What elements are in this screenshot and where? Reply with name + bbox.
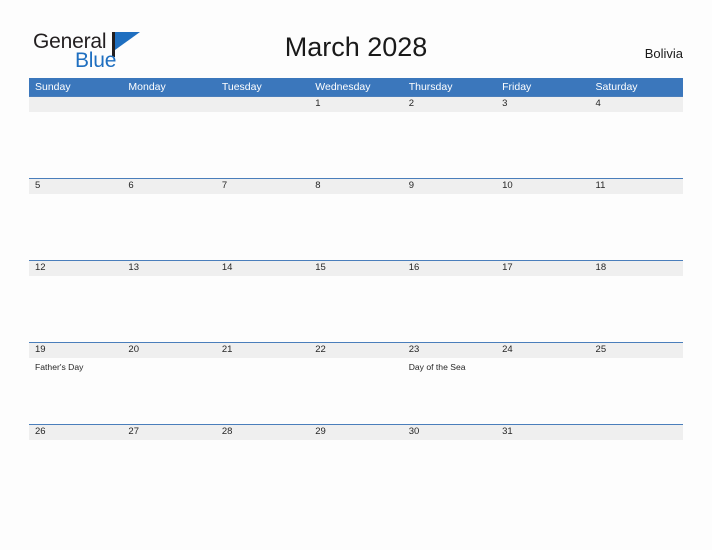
date-number[interactable]: 29 [309, 425, 402, 439]
date-number[interactable]: 25 [590, 343, 683, 357]
day-header-sunday: Sunday [35, 81, 71, 93]
day-cell[interactable] [29, 276, 122, 342]
day-header-saturday: Saturday [595, 81, 638, 93]
week-date-number-row: 5 6 7 8 9 10 11 [29, 178, 683, 194]
day-header-friday: Friday [502, 81, 532, 93]
day-cell[interactable] [590, 440, 683, 506]
day-cell[interactable] [309, 358, 402, 424]
day-cell[interactable] [122, 440, 215, 506]
week-date-number-row: 19 20 21 22 23 24 25 [29, 342, 683, 358]
date-number[interactable]: 27 [122, 425, 215, 439]
date-number[interactable]: 12 [29, 261, 122, 275]
day-cell[interactable] [122, 194, 215, 260]
date-number[interactable]: 18 [590, 261, 683, 275]
calendar-week-row: 5 6 7 8 9 10 11 [29, 178, 683, 260]
calendar-grid: Sunday Monday Tuesday Wednesday Thursday… [29, 78, 683, 506]
calendar-week-row: 19 20 21 22 23 24 25 Father's Day Day of… [29, 342, 683, 424]
week-event-row [29, 112, 683, 178]
day-cell[interactable] [403, 276, 496, 342]
date-number[interactable]: 28 [216, 425, 309, 439]
day-header-monday: Monday [128, 81, 166, 93]
day-cell[interactable] [403, 440, 496, 506]
date-number[interactable]: 31 [496, 425, 589, 439]
day-cell[interactable] [29, 440, 122, 506]
region-label: Bolivia [644, 46, 683, 61]
week-date-number-row: 26 27 28 29 30 31 [29, 424, 683, 440]
week-event-row [29, 440, 683, 506]
day-cell-event[interactable]: Father's Day [29, 358, 122, 424]
day-cell[interactable] [216, 194, 309, 260]
day-cell[interactable] [590, 112, 683, 178]
day-cell[interactable] [309, 112, 402, 178]
day-cell[interactable] [496, 112, 589, 178]
day-header-thursday: Thursday [408, 81, 453, 93]
day-header-wednesday: Wednesday [315, 81, 371, 93]
date-number[interactable]: 14 [216, 261, 309, 275]
day-cell[interactable] [216, 276, 309, 342]
day-header-tuesday: Tuesday [221, 81, 262, 93]
day-cell[interactable] [496, 194, 589, 260]
date-number[interactable]: 10 [496, 179, 589, 193]
day-cell[interactable] [590, 194, 683, 260]
date-number[interactable]: 6 [122, 179, 215, 193]
date-number[interactable] [122, 97, 215, 111]
day-cell[interactable] [496, 276, 589, 342]
date-number[interactable]: 16 [403, 261, 496, 275]
date-number[interactable]: 2 [403, 97, 496, 111]
page-title: March 2028 [284, 32, 428, 62]
page-header: General Blue March 2028 Bolivia [0, 0, 712, 76]
date-number[interactable]: 3 [496, 97, 589, 111]
date-number[interactable]: 7 [216, 179, 309, 193]
week-date-number-row: 12 13 14 15 16 17 18 [29, 260, 683, 276]
date-number[interactable]: 13 [122, 261, 215, 275]
day-of-week-header-row: Sunday Monday Tuesday Wednesday Thursday… [29, 78, 683, 96]
date-number[interactable] [216, 97, 309, 111]
date-number[interactable]: 17 [496, 261, 589, 275]
day-cell[interactable] [216, 440, 309, 506]
day-cell[interactable] [216, 358, 309, 424]
calendar-week-row: 26 27 28 29 30 31 [29, 424, 683, 506]
week-event-row [29, 194, 683, 260]
day-cell[interactable] [309, 440, 402, 506]
date-number[interactable]: 22 [309, 343, 402, 357]
day-cell[interactable] [29, 194, 122, 260]
day-cell[interactable] [496, 358, 589, 424]
date-number[interactable]: 20 [122, 343, 215, 357]
date-number[interactable]: 4 [590, 97, 683, 111]
day-cell[interactable] [309, 276, 402, 342]
date-number[interactable]: 24 [496, 343, 589, 357]
day-cell[interactable] [122, 112, 215, 178]
day-cell[interactable] [590, 358, 683, 424]
week-date-number-row: 1 2 3 4 [29, 96, 683, 112]
date-number[interactable]: 1 [309, 97, 402, 111]
calendar-page: General Blue March 2028 Bolivia Sunday M… [0, 0, 712, 550]
day-cell[interactable] [29, 112, 122, 178]
day-cell[interactable] [403, 194, 496, 260]
day-cell[interactable] [590, 276, 683, 342]
day-cell-event[interactable]: Day of the Sea [403, 358, 496, 424]
date-number[interactable]: 30 [403, 425, 496, 439]
day-cell[interactable] [216, 112, 309, 178]
calendar-week-row: 12 13 14 15 16 17 18 [29, 260, 683, 342]
day-cell[interactable] [403, 112, 496, 178]
day-cell[interactable] [309, 194, 402, 260]
day-cell[interactable] [496, 440, 589, 506]
date-number[interactable]: 9 [403, 179, 496, 193]
date-number[interactable]: 21 [216, 343, 309, 357]
date-number[interactable]: 5 [29, 179, 122, 193]
date-number[interactable]: 23 [403, 343, 496, 357]
calendar-week-row: 1 2 3 4 [29, 96, 683, 178]
date-number[interactable]: 15 [309, 261, 402, 275]
date-number[interactable]: 26 [29, 425, 122, 439]
day-cell[interactable] [122, 358, 215, 424]
date-number[interactable]: 8 [309, 179, 402, 193]
date-number[interactable]: 11 [590, 179, 683, 193]
date-number[interactable] [29, 97, 122, 111]
day-cell[interactable] [122, 276, 215, 342]
date-number[interactable]: 19 [29, 343, 122, 357]
week-event-row [29, 276, 683, 342]
week-event-row: Father's Day Day of the Sea [29, 358, 683, 424]
date-number[interactable] [590, 425, 683, 439]
